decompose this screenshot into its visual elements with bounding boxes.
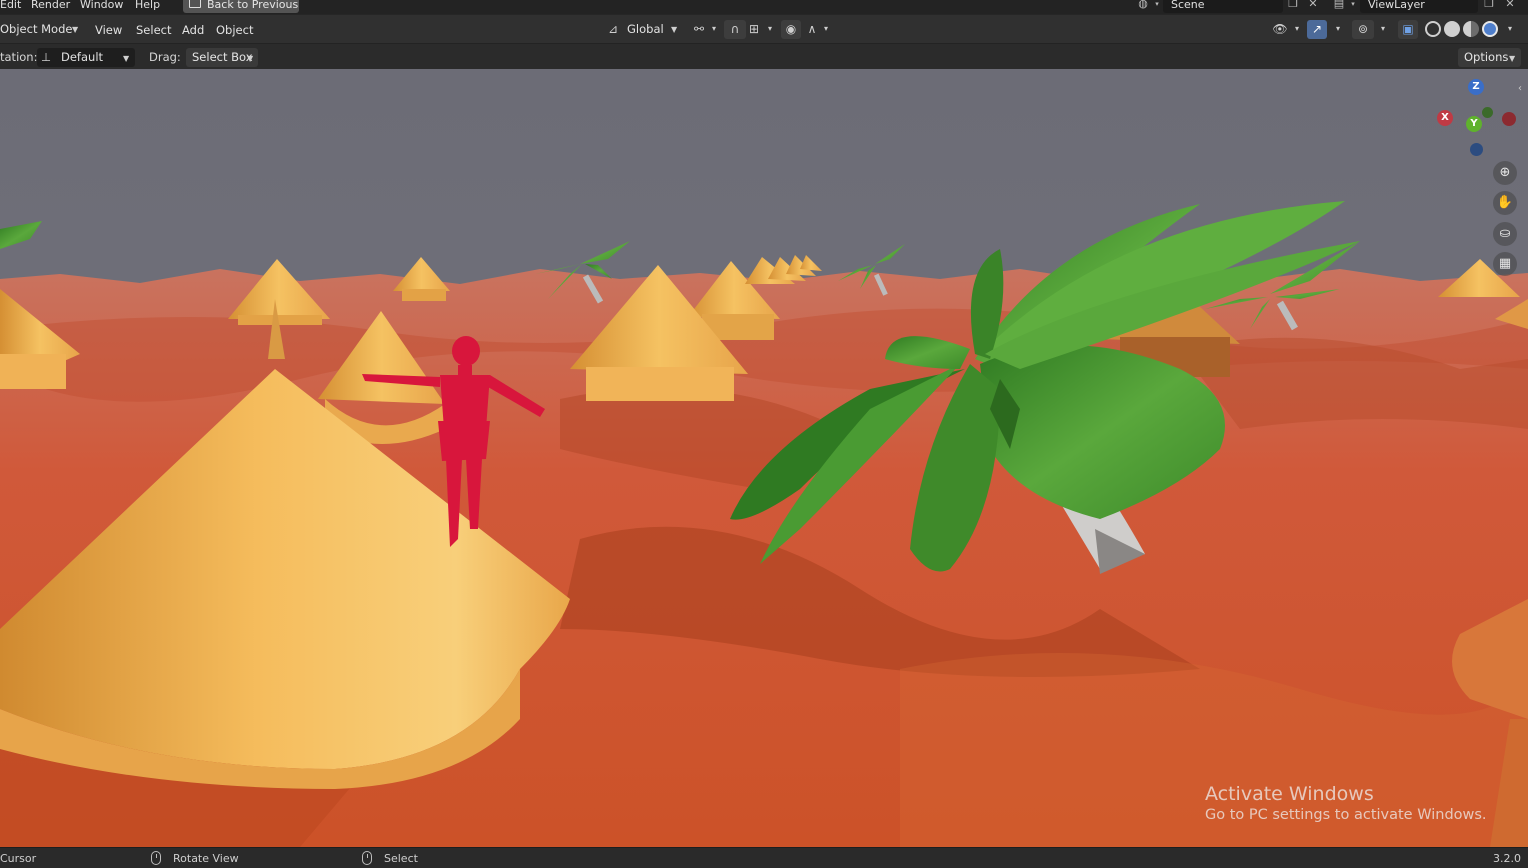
viewlayer-name-field[interactable]: ViewLayer [1360,0,1478,13]
zoom-icon[interactable]: ⊕ [1493,161,1517,185]
screen-icon [189,0,201,8]
gizmo-toggle[interactable]: ↗ [1307,20,1327,39]
viewport-header: Object Mode ▼ View Select Add Object ⊿ G… [0,14,1528,43]
delete-scene-icon[interactable]: ✕ [1306,0,1320,10]
snap-target-icon[interactable]: ⊞ [746,21,762,37]
chevron-down-icon: ▾ [711,24,716,33]
chevron-down-icon: ▾ [1380,24,1385,33]
gizmo-neg-y-axis[interactable] [1482,107,1493,118]
gizmo-y-axis[interactable]: Y [1466,116,1482,132]
gizmo-neg-z-axis[interactable] [1470,143,1483,156]
options-label: Options [1464,50,1509,64]
mouse-left-icon [362,851,372,865]
grid-perspective-icon[interactable]: ▦ [1493,252,1517,276]
pan-hand-icon[interactable]: ✋ [1493,191,1517,215]
chevron-down-icon: ▼ [671,25,678,34]
menu-edit[interactable]: Edit [0,0,21,12]
gizmo-icon: ↗ [1311,22,1323,36]
sidebar-collapse-icon[interactable]: ‹ [1518,83,1522,94]
orientation-label: tation: [0,50,38,64]
delete-viewlayer-icon[interactable]: ✕ [1503,0,1517,10]
solid-shading-icon[interactable] [1444,21,1460,37]
camera-icon[interactable]: ⛀ [1493,222,1517,246]
snap-toggle[interactable]: ∩ [724,20,746,39]
xray-toggle[interactable]: ▣ [1398,20,1418,39]
tool-settings-bar: tation: ⊥ Default ▼ Drag: Select Box ▼ O… [0,43,1528,69]
mouse-middle-icon [151,851,161,865]
chevron-down-icon: ▼ [247,54,254,63]
menu-object[interactable]: Object [216,23,253,37]
transform-orientation-label: Global [627,22,664,36]
drag-value: Select Box [192,50,253,64]
scene-selector-icon[interactable]: ◍ [1136,0,1150,10]
options-dropdown[interactable]: Options ▼ [1458,48,1521,67]
pivot-point-icon[interactable]: ⚯ [691,21,707,37]
menu-view[interactable]: View [95,23,122,37]
menu-help[interactable]: Help [135,0,160,12]
status-select: Select [384,852,418,865]
3d-viewport[interactable]: Z Y X ⊕ ✋ ⛀ ▦ ‹ Activate Windows Go to P… [0,69,1528,847]
menu-add[interactable]: Add [182,23,204,37]
back-to-previous-button[interactable]: Back to Previous [183,0,299,13]
gizmo-neg-x-axis[interactable] [1502,112,1516,126]
version-label: 3.2.0 [1493,852,1521,865]
menu-select[interactable]: Select [136,23,171,37]
back-to-previous-label: Back to Previous [207,0,299,11]
chevron-down-icon: ▾ [1351,0,1355,8]
magnet-icon: ∩ [730,22,740,36]
rendered-shading-icon[interactable] [1482,21,1498,37]
menu-render[interactable]: Render [31,0,70,12]
scene-name-field[interactable]: Scene [1163,0,1283,13]
chevron-down-icon: ▾ [767,24,772,33]
object-mode-label: Object Mode [0,22,73,36]
activate-windows-subtitle: Go to PC settings to activate Windows. [1205,807,1487,823]
desert-village-scene [0,69,1528,847]
transform-orientation-icon: ⊿ [607,22,619,36]
wireframe-shading-icon[interactable] [1425,21,1441,37]
status-bar: Cursor Rotate View Select 3.2.0 [0,847,1528,868]
orientation-value: Default [61,50,104,64]
chevron-down-icon: ▼ [123,54,130,63]
object-mode-dropdown[interactable]: Object Mode ▼ [0,19,84,40]
xray-icon: ▣ [1402,22,1414,36]
drag-select-box-dropdown[interactable]: Select Box ▼ [186,48,258,67]
proportional-editing-icon: ◉ [785,22,797,36]
activate-windows-title: Activate Windows [1205,783,1374,805]
orientation-axes-icon: ⊥ [41,50,52,64]
chevron-down-icon: ▾ [1335,24,1340,33]
visibility-icon[interactable]: 👁 [1272,21,1288,37]
viewlayer-icon[interactable]: ▤ [1332,0,1346,10]
status-cursor: Cursor [0,852,37,865]
gizmo-z-axis[interactable]: Z [1468,79,1484,95]
overlays-toggle[interactable]: ⊚ [1352,20,1374,39]
drag-label: Drag: [149,50,181,64]
viewlayer-name: ViewLayer [1368,0,1425,11]
material-preview-icon[interactable] [1463,21,1479,37]
chevron-down-icon: ▾ [1507,24,1512,33]
orientation-dropdown[interactable]: ⊥ Default ▼ [37,48,135,67]
scene-name: Scene [1171,0,1205,11]
top-menu-bar: Edit Render Window Help Back to Previous… [0,0,1528,14]
chevron-down-icon: ▼ [1509,54,1516,63]
chevron-down-icon: ▾ [823,24,828,33]
menu-window[interactable]: Window [80,0,123,12]
transform-orientation-dropdown[interactable]: Global ▼ [627,19,683,40]
chevron-down-icon: ▾ [1294,24,1299,33]
copy-viewlayer-icon[interactable]: ❐ [1482,0,1496,10]
gizmo-x-axis[interactable]: X [1437,110,1453,126]
copy-scene-icon[interactable]: ❐ [1286,0,1300,10]
proportional-editing-toggle[interactable]: ◉ [781,20,801,39]
overlays-icon: ⊚ [1357,22,1369,36]
status-rotate-view: Rotate View [173,852,239,865]
chevron-down-icon: ▼ [72,25,79,34]
chevron-down-icon: ▾ [1155,0,1159,8]
